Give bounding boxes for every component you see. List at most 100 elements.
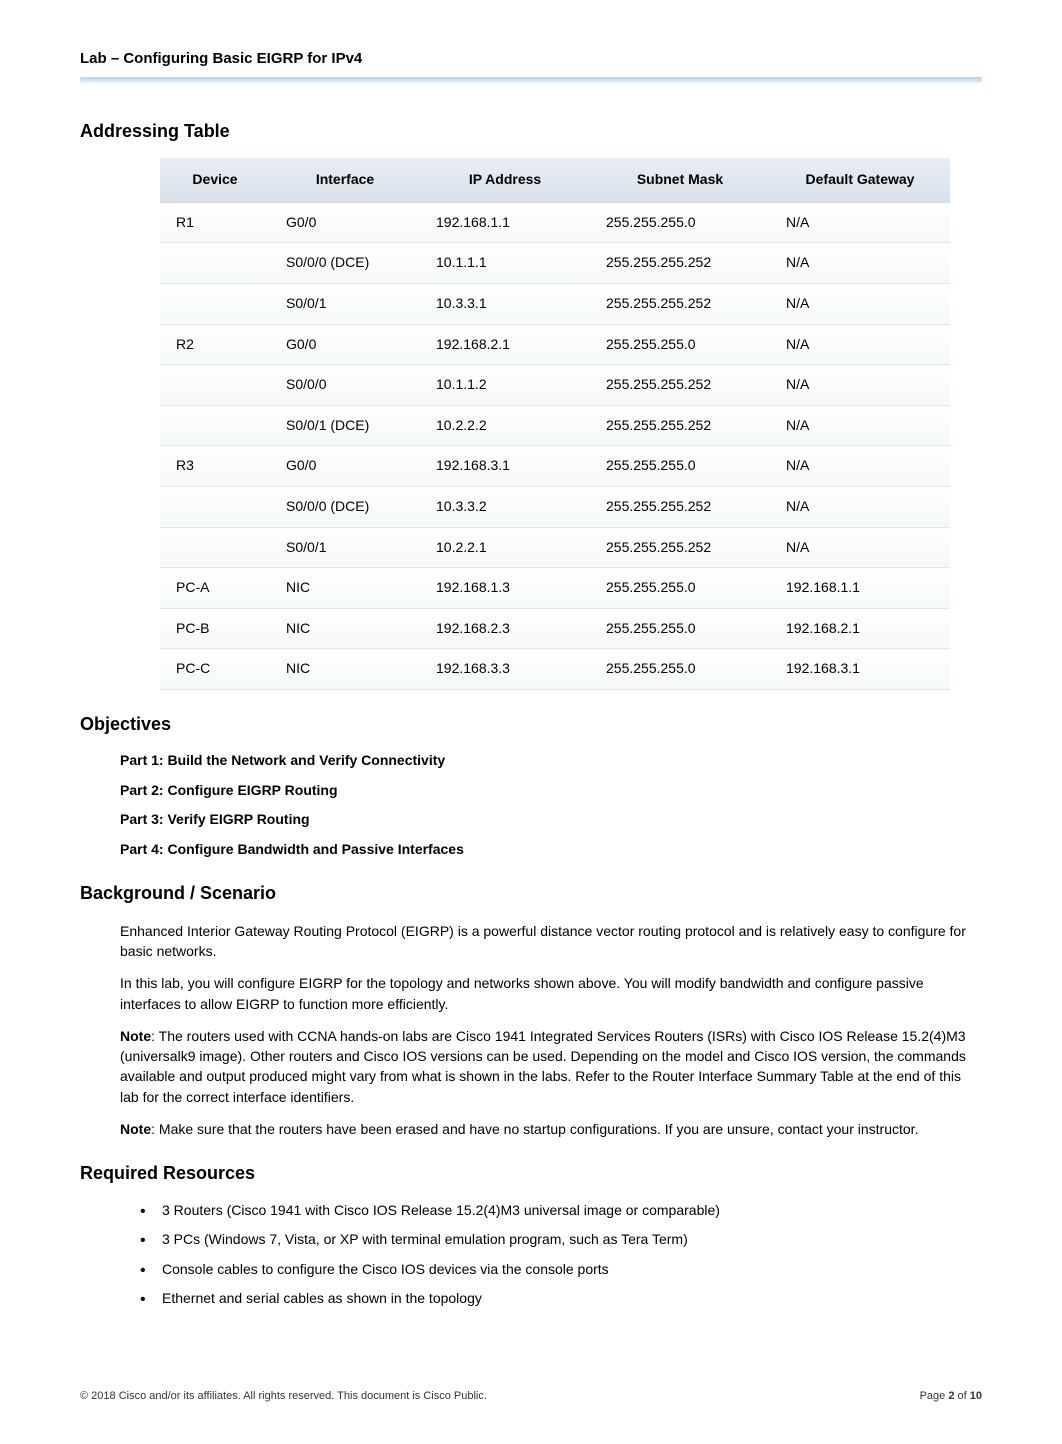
cell-interface: NIC: [270, 568, 420, 609]
cell-mask: 255.255.255.252: [590, 283, 770, 324]
background-note: Note: Make sure that the routers have be…: [120, 1119, 982, 1139]
cell-interface: S0/0/1: [270, 283, 420, 324]
cell-ip: 10.3.3.1: [420, 283, 590, 324]
cell-device: [160, 405, 270, 446]
header-divider: [80, 77, 982, 83]
cell-device: [160, 365, 270, 406]
resource-item: Console cables to configure the Cisco IO…: [140, 1260, 982, 1280]
cell-interface: G0/0: [270, 324, 420, 365]
cell-gateway: N/A: [770, 243, 950, 284]
cell-interface: S0/0/0 (DCE): [270, 486, 420, 527]
cell-mask: 255.255.255.0: [590, 446, 770, 487]
addressing-table: Device Interface IP Address Subnet Mask …: [160, 158, 950, 690]
table-row: S0/0/0 (DCE)10.3.3.2255.255.255.252N/A: [160, 486, 950, 527]
cell-mask: 255.255.255.252: [590, 486, 770, 527]
table-row: S0/0/110.2.2.1255.255.255.252N/A: [160, 527, 950, 568]
objective-item: Part 2: Configure EIGRP Routing: [120, 781, 982, 801]
cell-device: [160, 243, 270, 284]
table-row: S0/0/0 (DCE)10.1.1.1255.255.255.252N/A: [160, 243, 950, 284]
page-header-title: Lab – Configuring Basic EIGRP for IPv4: [80, 48, 982, 69]
note-text: : The routers used with CCNA hands-on la…: [120, 1028, 966, 1105]
objective-item: Part 3: Verify EIGRP Routing: [120, 810, 982, 830]
cell-ip: 192.168.1.1: [420, 202, 590, 243]
cell-interface: G0/0: [270, 202, 420, 243]
table-header-row: Device Interface IP Address Subnet Mask …: [160, 158, 950, 202]
cell-device: R2: [160, 324, 270, 365]
cell-ip: 192.168.1.3: [420, 568, 590, 609]
footer-page-of: of: [954, 1390, 969, 1402]
table-row: S0/0/1 (DCE)10.2.2.2255.255.255.252N/A: [160, 405, 950, 446]
col-ip: IP Address: [420, 158, 590, 202]
table-row: PC-BNIC192.168.2.3255.255.255.0192.168.2…: [160, 608, 950, 649]
cell-device: R1: [160, 202, 270, 243]
table-body: R1G0/0192.168.1.1255.255.255.0N/A S0/0/0…: [160, 202, 950, 689]
col-interface: Interface: [270, 158, 420, 202]
resources-list: 3 Routers (Cisco 1941 with Cisco IOS Rel…: [140, 1201, 982, 1309]
section-heading-background: Background / Scenario: [80, 881, 982, 906]
page-footer: © 2018 Cisco and/or its affiliates. All …: [80, 1389, 982, 1404]
table-row: PC-ANIC192.168.1.3255.255.255.0192.168.1…: [160, 568, 950, 609]
cell-gateway: N/A: [770, 324, 950, 365]
cell-ip: 10.1.1.1: [420, 243, 590, 284]
footer-page: Page 2 of 10: [920, 1389, 982, 1404]
footer-page-total: 10: [970, 1390, 982, 1402]
cell-interface: G0/0: [270, 446, 420, 487]
cell-device: PC-C: [160, 649, 270, 690]
cell-device: [160, 283, 270, 324]
cell-mask: 255.255.255.252: [590, 405, 770, 446]
table-row: R1G0/0192.168.1.1255.255.255.0N/A: [160, 202, 950, 243]
cell-gateway: 192.168.3.1: [770, 649, 950, 690]
cell-gateway: N/A: [770, 527, 950, 568]
cell-mask: 255.255.255.0: [590, 324, 770, 365]
note-label: Note: [120, 1028, 151, 1044]
cell-mask: 255.255.255.0: [590, 202, 770, 243]
cell-mask: 255.255.255.252: [590, 365, 770, 406]
table-row: S0/0/110.3.3.1255.255.255.252N/A: [160, 283, 950, 324]
cell-ip: 10.1.1.2: [420, 365, 590, 406]
cell-gateway: 192.168.1.1: [770, 568, 950, 609]
table-row: S0/0/010.1.1.2255.255.255.252N/A: [160, 365, 950, 406]
objective-item: Part 1: Build the Network and Verify Con…: [120, 751, 982, 771]
cell-interface: S0/0/1: [270, 527, 420, 568]
objectives-list: Part 1: Build the Network and Verify Con…: [120, 751, 982, 859]
cell-mask: 255.255.255.0: [590, 608, 770, 649]
col-gateway: Default Gateway: [770, 158, 950, 202]
resource-item: Ethernet and serial cables as shown in t…: [140, 1289, 982, 1309]
cell-gateway: N/A: [770, 283, 950, 324]
cell-gateway: 192.168.2.1: [770, 608, 950, 649]
section-heading-objectives: Objectives: [80, 712, 982, 737]
cell-interface: S0/0/0: [270, 365, 420, 406]
section-heading-resources: Required Resources: [80, 1161, 982, 1186]
resource-item: 3 Routers (Cisco 1941 with Cisco IOS Rel…: [140, 1201, 982, 1221]
cell-device: PC-A: [160, 568, 270, 609]
col-mask: Subnet Mask: [590, 158, 770, 202]
cell-mask: 255.255.255.252: [590, 243, 770, 284]
cell-ip: 10.2.2.2: [420, 405, 590, 446]
background-paragraph: In this lab, you will configure EIGRP fo…: [120, 973, 982, 1014]
footer-copyright: © 2018 Cisco and/or its affiliates. All …: [80, 1389, 487, 1404]
cell-ip: 192.168.3.1: [420, 446, 590, 487]
cell-gateway: N/A: [770, 446, 950, 487]
table-row: R3G0/0192.168.3.1255.255.255.0N/A: [160, 446, 950, 487]
table-row: R2G0/0192.168.2.1255.255.255.0N/A: [160, 324, 950, 365]
col-device: Device: [160, 158, 270, 202]
cell-mask: 255.255.255.0: [590, 649, 770, 690]
cell-interface: S0/0/1 (DCE): [270, 405, 420, 446]
cell-device: PC-B: [160, 608, 270, 649]
objective-item: Part 4: Configure Bandwidth and Passive …: [120, 840, 982, 860]
cell-interface: NIC: [270, 649, 420, 690]
cell-mask: 255.255.255.0: [590, 568, 770, 609]
cell-ip: 192.168.3.3: [420, 649, 590, 690]
section-heading-addressing: Addressing Table: [80, 119, 982, 144]
cell-device: [160, 486, 270, 527]
cell-gateway: N/A: [770, 405, 950, 446]
cell-mask: 255.255.255.252: [590, 527, 770, 568]
cell-ip: 10.2.2.1: [420, 527, 590, 568]
cell-gateway: N/A: [770, 365, 950, 406]
background-paragraph: Enhanced Interior Gateway Routing Protoc…: [120, 921, 982, 962]
cell-interface: NIC: [270, 608, 420, 649]
resource-item: 3 PCs (Windows 7, Vista, or XP with term…: [140, 1230, 982, 1250]
cell-device: [160, 527, 270, 568]
cell-ip: 10.3.3.2: [420, 486, 590, 527]
table-row: PC-CNIC192.168.3.3255.255.255.0192.168.3…: [160, 649, 950, 690]
